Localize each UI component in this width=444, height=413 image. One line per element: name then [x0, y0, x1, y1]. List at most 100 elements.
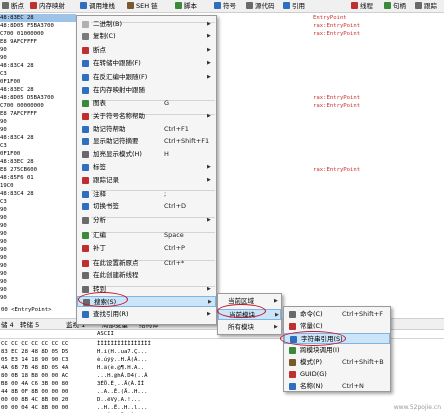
disasm-row[interactable]: 48:8D05 F5BA3700 rax:EntryPoint: [0, 22, 444, 30]
menu-item-find-ref[interactable]: 查找引用(R) ▶: [77, 309, 216, 320]
toolbar-label: 脚本: [184, 2, 197, 10]
menu-item-assemble[interactable]: 汇编 Space: [77, 230, 216, 241]
toolbar-seh-button[interactable]: SEH 链: [127, 1, 158, 12]
toolbar-script-button[interactable]: 脚本: [175, 1, 197, 12]
module-item-guid[interactable]: GUID(G): [284, 369, 390, 380]
toolbar-references-button[interactable]: 引用: [283, 1, 305, 12]
disasm-row[interactable]: 90: [0, 54, 444, 62]
disasm-row[interactable]: 90: [0, 230, 444, 238]
module-item-name[interactable]: 名称(N) Ctrl+N: [284, 381, 390, 392]
menu-item-follow-disasm[interactable]: 在反汇编中跟随(F) ▶: [77, 72, 216, 83]
disasm-row[interactable]: 90: [0, 46, 444, 54]
menu-item-new-origin[interactable]: 在此设置新原点 Ctrl+*: [77, 258, 216, 269]
toolbar-threads-button[interactable]: 线程: [351, 1, 373, 12]
submenu-arrow-icon: ▶: [207, 74, 211, 80]
menu-item-binary[interactable]: 二进制(B) ▶: [77, 19, 216, 30]
disasm-row[interactable]: C700 00000000 rax:EntryPoint: [0, 102, 444, 110]
module-item-constant[interactable]: 常量(C): [284, 321, 390, 332]
toolbar-label: 调用堆栈: [89, 2, 115, 10]
current-module-submenu: 命令(C) Ctrl+Shift+F 常量(C) 字符串引用(S) 跨模块调用(I) 模式…: [283, 306, 391, 392]
menu-item-analysis[interactable]: 分析 ▶: [77, 215, 216, 226]
disassembly-view[interactable]: 48:83EC 28 EntryPoint 48:8D05 F5BA3700 rax:…: [0, 13, 444, 306]
new-thread-icon: [82, 272, 89, 279]
toolbar-memory-map-button[interactable]: 内存映射: [30, 1, 65, 12]
disasm-comment: rax:EntryPoint: [313, 103, 361, 109]
constant-icon: [289, 323, 296, 330]
follow-disasm-icon: [82, 74, 89, 81]
toolbar-breakpoint-button[interactable]: 断点: [2, 1, 24, 12]
menu-item-bookmark[interactable]: 切换书签 Ctrl+D: [77, 201, 216, 212]
submenu-arrow-icon: ▶: [207, 286, 211, 292]
disasm-row[interactable]: E8 275CB600 rax:EntryPoint: [0, 166, 444, 174]
toolbar-call-stack-button[interactable]: 调用堆栈: [80, 1, 115, 12]
menu-item-follow-dump[interactable]: 在转储中跟随(F) ▶: [77, 58, 216, 69]
menu-item-label[interactable]: 标签 ▶: [77, 162, 216, 173]
toolbar-source-button[interactable]: 源代码: [246, 1, 275, 12]
disasm-row[interactable]: 90: [0, 206, 444, 214]
disasm-row[interactable]: 90: [0, 270, 444, 278]
ascii-column-header: ASCII: [97, 331, 114, 337]
instruction-bytes: C3: [0, 71, 7, 77]
disasm-row[interactable]: 48:83C4 28: [0, 134, 444, 142]
instruction-bytes: 48:8D05 D5BA3700: [0, 95, 54, 101]
disasm-row[interactable]: C3: [0, 142, 444, 150]
submenu-arrow-icon: ▶: [207, 60, 211, 66]
module-item-command[interactable]: 命令(C) Ctrl+Shift+F: [284, 309, 390, 320]
disasm-row[interactable]: 90: [0, 254, 444, 262]
disasm-row[interactable]: E8 9AFCFFFF: [0, 38, 444, 46]
disasm-row[interactable]: 90: [0, 118, 444, 126]
toolbar-trace-button[interactable]: 跟踪: [415, 1, 437, 12]
menu-item-comment[interactable]: 注释;: [77, 189, 216, 200]
menu-item-highlight[interactable]: 加亮显示模式(H) H: [77, 149, 216, 160]
dump-hex-bytes: 00 00 8B 4C 8B 00 20: [1, 397, 69, 403]
disasm-row[interactable]: C3: [0, 70, 444, 78]
menu-item-follow-memmap[interactable]: 在内存映射中跟随: [77, 85, 216, 96]
module-item-intermodular[interactable]: 跨模块调用(I): [284, 345, 390, 356]
disasm-row[interactable]: 90: [0, 238, 444, 246]
disasm-comment: rax:EntryPoint: [313, 31, 361, 37]
disasm-row[interactable]: 19C0: [0, 182, 444, 190]
disasm-row[interactable]: C700 01000000 rax:EntryPoint: [0, 30, 444, 38]
menu-item-label: 在内存映射中跟随: [93, 86, 145, 94]
disasm-row[interactable]: E8 7AFCFFFF: [0, 110, 444, 118]
menu-item-label: 标签: [93, 163, 106, 171]
menu-item-breakpoint[interactable]: 断点 ▶: [77, 45, 216, 56]
disasm-row[interactable]: 48:85F6 01: [0, 174, 444, 182]
menu-item-patch[interactable]: 补丁 Ctrl+P: [77, 243, 216, 254]
module-item-pattern[interactable]: 模式(P) Ctrl+Shift+B: [284, 357, 390, 368]
menu-item-shortcut: H: [164, 150, 169, 158]
disasm-row[interactable]: 90: [0, 214, 444, 222]
disasm-row[interactable]: 90: [0, 246, 444, 254]
disasm-row[interactable]: 90: [0, 222, 444, 230]
menu-item-graph[interactable]: 图表 G: [77, 98, 216, 109]
disasm-row[interactable]: 48:83EC 28: [0, 158, 444, 166]
disasm-row[interactable]: 48:8D05 D5BA3700 rax:EntryPoint: [0, 94, 444, 102]
disasm-row[interactable]: 90: [0, 262, 444, 270]
instruction-bytes: 90: [0, 295, 7, 301]
disasm-row[interactable]: 48:83EC 28: [0, 86, 444, 94]
disasm-row[interactable]: 0F1F00: [0, 78, 444, 86]
disasm-row[interactable]: 90: [0, 126, 444, 134]
disasm-row[interactable]: 0F1F00: [0, 150, 444, 158]
menu-item-copy[interactable]: 复制(C) ▶: [77, 31, 216, 42]
dump-tab[interactable]: 转储 5: [20, 320, 39, 330]
disasm-row[interactable]: 90: [0, 278, 444, 286]
instruction-bytes: 90: [0, 47, 7, 53]
disasm-row[interactable]: 48:83C4 28: [0, 62, 444, 70]
disasm-row[interactable]: 48:83C4 28: [0, 190, 444, 198]
menu-item-mnemonic-help[interactable]: 助记符帮助 Ctrl+F1: [77, 124, 216, 135]
search-scope-item[interactable]: 所有模块 ▶: [218, 322, 281, 333]
disasm-row[interactable]: 48:83EC 28 EntryPoint: [0, 14, 347, 22]
menu-item-mnemonic-brief[interactable]: 显示助记符摘要 Ctrl+Shift+F1: [77, 136, 216, 147]
menu-item-help[interactable]: 关于符号名称帮助 ▶: [77, 111, 216, 122]
menu-item-shortcut: Ctrl+F1: [164, 125, 189, 133]
menu-item-new-thread[interactable]: 在此创建新线程: [77, 270, 216, 281]
dump-tab[interactable]: 储 4: [1, 320, 14, 330]
disasm-row[interactable]: C3: [0, 198, 444, 206]
toolbar-symbols-button[interactable]: 符号: [214, 1, 236, 12]
menu-item-trace-record[interactable]: 跟踪记录 ▶: [77, 175, 216, 186]
toolbar-handles-button[interactable]: 句柄: [384, 1, 406, 12]
submenu-arrow-icon: ▶: [275, 312, 279, 318]
menu-item-shortcut: Ctrl+D: [164, 202, 187, 210]
menu-item-shortcut: Space: [164, 231, 184, 239]
